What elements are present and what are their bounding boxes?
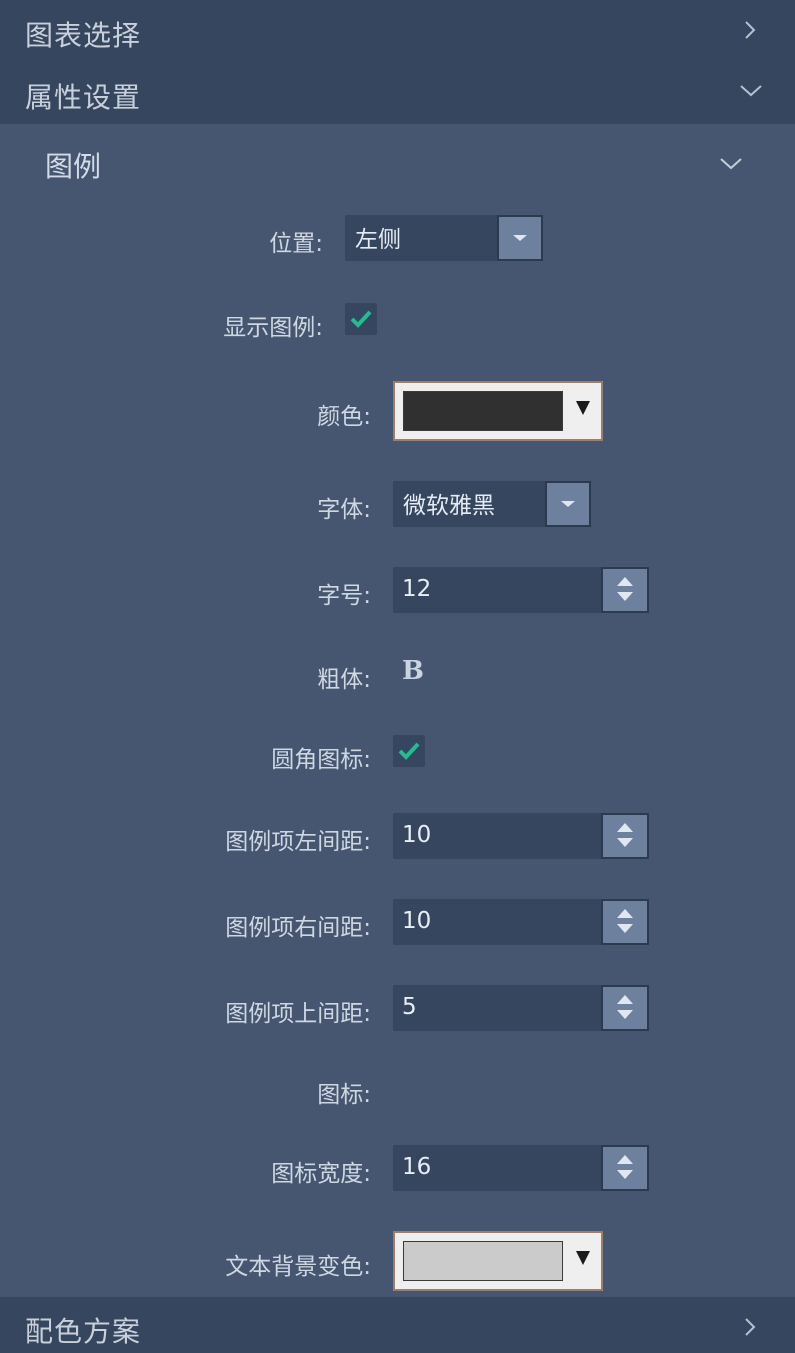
spin-button[interactable]: [601, 1145, 649, 1191]
spin-button[interactable]: [601, 813, 649, 859]
item-top-spacing-label: 图例项上间距:: [225, 1001, 371, 1027]
section-header-color-scheme[interactable]: 配色方案: [0, 1297, 795, 1353]
font-select[interactable]: 微软雅黑: [393, 481, 591, 527]
arrow-down-icon: [617, 838, 633, 847]
item-right-spacing-label: 图例项右间距:: [225, 915, 371, 941]
dropdown-button[interactable]: [497, 215, 543, 261]
chevron-down-icon: [720, 153, 742, 173]
icon-width-value: 16: [402, 1154, 432, 1180]
font-label: 字体:: [317, 497, 371, 523]
show-legend-label: 显示图例:: [223, 315, 323, 341]
legend-group-title: 图例: [45, 150, 102, 183]
text-bg-color-picker[interactable]: [393, 1231, 603, 1291]
legend-color-picker[interactable]: [393, 381, 603, 441]
arrow-down-icon: [617, 592, 633, 601]
rounded-icon-label: 圆角图标:: [271, 747, 371, 773]
section-title: 属性设置: [25, 81, 142, 114]
section-title: 图表选择: [25, 19, 142, 52]
arrow-up-icon: [617, 823, 633, 832]
arrow-down-icon: [617, 1010, 633, 1019]
font-size-value: 12: [402, 576, 432, 602]
position-label: 位置:: [269, 231, 323, 257]
arrow-down-icon: [617, 924, 633, 933]
item-top-spacing-stepper[interactable]: 5: [393, 985, 649, 1031]
position-select[interactable]: 左侧: [345, 215, 543, 261]
color-label: 颜色:: [317, 404, 371, 430]
font-value: 微软雅黑: [403, 493, 495, 519]
caret-down-icon: [513, 235, 527, 241]
icon-label: 图标:: [317, 1082, 371, 1108]
spin-button[interactable]: [601, 567, 649, 613]
section-header-chart-select[interactable]: 图表选择: [0, 0, 795, 62]
check-icon: [398, 742, 420, 760]
color-swatch: [403, 391, 563, 431]
bold-label: 粗体:: [317, 667, 371, 693]
item-top-spacing-value: 5: [402, 994, 417, 1020]
font-size-stepper[interactable]: 12: [393, 567, 649, 613]
icon-width-stepper[interactable]: 16: [393, 1145, 649, 1191]
check-icon: [350, 310, 372, 328]
arrow-up-icon: [617, 577, 633, 586]
section-header-property-settings[interactable]: 属性设置: [0, 62, 795, 124]
position-value: 左侧: [355, 227, 401, 253]
show-legend-checkbox[interactable]: [345, 303, 377, 335]
chevron-right-icon: [740, 1317, 760, 1337]
chevron-right-icon: [740, 20, 760, 40]
caret-down-icon: [576, 1251, 590, 1265]
chevron-down-icon: [740, 80, 762, 100]
bold-toggle-button[interactable]: B: [402, 656, 424, 686]
font-size-label: 字号:: [317, 583, 371, 609]
caret-down-icon: [576, 401, 590, 415]
spin-button[interactable]: [601, 899, 649, 945]
dropdown-button[interactable]: [545, 481, 591, 527]
item-left-spacing-value: 10: [402, 822, 432, 848]
item-right-spacing-value: 10: [402, 908, 432, 934]
color-swatch: [403, 1241, 563, 1281]
item-right-spacing-stepper[interactable]: 10: [393, 899, 649, 945]
item-left-spacing-label: 图例项左间距:: [225, 829, 371, 855]
spin-button[interactable]: [601, 985, 649, 1031]
icon-width-label: 图标宽度:: [271, 1161, 371, 1187]
text-bg-color-label: 文本背景变色:: [225, 1254, 371, 1280]
arrow-down-icon: [617, 1170, 633, 1179]
arrow-up-icon: [617, 1155, 633, 1164]
caret-down-icon: [561, 501, 575, 507]
arrow-up-icon: [617, 909, 633, 918]
section-title: 配色方案: [25, 1315, 142, 1348]
item-left-spacing-stepper[interactable]: 10: [393, 813, 649, 859]
rounded-icon-checkbox[interactable]: [393, 735, 425, 767]
arrow-up-icon: [617, 995, 633, 1004]
